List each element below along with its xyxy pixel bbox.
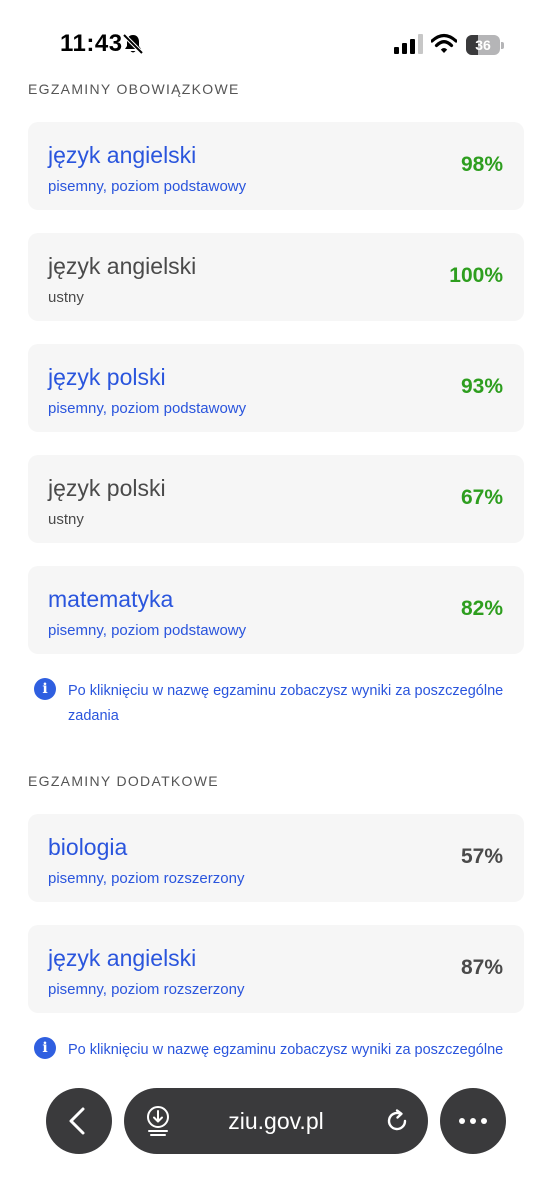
exam-name-link[interactable]: język angielski <box>48 945 196 972</box>
exam-card[interactable]: język angielski pisemny, poziom podstawo… <box>28 122 524 210</box>
exam-score: 67% <box>460 486 503 509</box>
exam-card[interactable]: język angielski pisemny, poziom rozszerz… <box>28 925 524 1013</box>
exam-detail: pisemny, poziom rozszerzony <box>48 981 245 998</box>
exam-card[interactable]: matematyka pisemny, poziom podstawowy 82… <box>28 566 524 654</box>
exam-name-link[interactable]: biologia <box>48 834 127 861</box>
battery-percent: 36 <box>475 37 491 53</box>
chevron-left-icon <box>69 1107 85 1135</box>
exam-score: 98% <box>460 153 503 176</box>
address-bar[interactable]: ziu.gov.pl <box>124 1088 428 1154</box>
exam-score: 82% <box>460 597 503 620</box>
status-time: 11:43 <box>60 30 123 57</box>
exam-name-link[interactable]: język polski <box>48 364 166 391</box>
exam-score: 93% <box>460 375 503 398</box>
exam-name: język angielski <box>48 253 197 279</box>
cellular-signal-icon <box>394 34 423 54</box>
exam-detail: pisemny, poziom podstawowy <box>48 178 247 195</box>
info-icon: i <box>34 678 56 700</box>
exam-detail: pisemny, poziom podstawowy <box>48 400 247 417</box>
exam-detail: pisemny, poziom rozszerzony <box>48 870 245 887</box>
exam-name-link[interactable]: matematyka <box>48 586 173 613</box>
exam-card[interactable]: biologia pisemny, poziom rozszerzony 57% <box>28 814 524 902</box>
battery-indicator: 36 <box>466 35 504 55</box>
exam-score: 100% <box>449 264 503 287</box>
more-button[interactable] <box>440 1088 506 1154</box>
wifi-icon <box>431 33 457 53</box>
exam-name-link[interactable]: język angielski <box>48 142 196 169</box>
exam-detail: ustny <box>48 289 84 306</box>
exam-card: język angielski ustny 100% <box>28 233 524 321</box>
back-button[interactable] <box>46 1088 112 1154</box>
reload-icon[interactable] <box>384 1108 410 1134</box>
section-title-mandatory: EGZAMINY OBOWIĄZKOWE <box>28 81 240 97</box>
ellipsis-icon <box>459 1118 487 1124</box>
info-text: Po kliknięciu w nazwę egzaminu zobaczysz… <box>68 683 504 724</box>
section-title-additional: EGZAMINY DODATKOWE <box>28 773 219 789</box>
info-text: Po kliknięciu w nazwę egzaminu zobaczysz… <box>68 1042 504 1058</box>
exam-score: 57% <box>460 845 503 868</box>
url-text[interactable]: ziu.gov.pl <box>124 1108 428 1135</box>
bell-slash-icon <box>122 33 144 55</box>
exam-detail: ustny <box>48 511 84 528</box>
exam-card[interactable]: język polski pisemny, poziom podstawowy … <box>28 344 524 432</box>
info-icon: i <box>34 1037 56 1059</box>
exam-score: 87% <box>460 956 503 979</box>
exam-card: język polski ustny 67% <box>28 455 524 543</box>
exam-detail: pisemny, poziom podstawowy <box>48 622 247 639</box>
exam-name: język polski <box>48 475 166 501</box>
status-bar: 11:43 36 <box>0 0 552 80</box>
